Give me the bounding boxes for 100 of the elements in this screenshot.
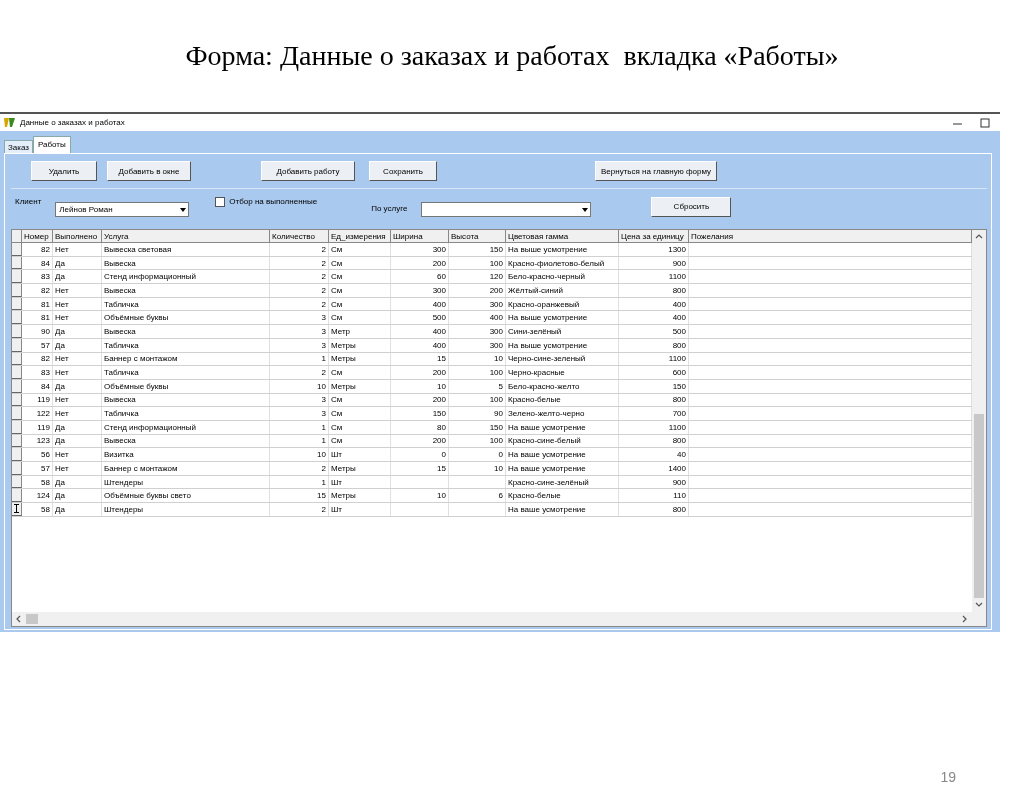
table-cell: 300 bbox=[391, 284, 449, 297]
table-cell: 300 bbox=[391, 243, 449, 256]
table-cell: 6 bbox=[449, 489, 506, 503]
table-cell: 10 bbox=[270, 379, 329, 393]
table-cell: См bbox=[329, 393, 391, 407]
table-cell: 83 bbox=[22, 270, 53, 284]
tab[interactable]: Заказ bbox=[4, 140, 33, 153]
table-cell: Метры bbox=[329, 338, 391, 352]
table-cell: Метры bbox=[329, 352, 391, 366]
table-cell: 800 bbox=[619, 284, 689, 297]
table-cell: Жёлтый-синий bbox=[506, 284, 619, 297]
maximize-icon[interactable] bbox=[980, 117, 990, 128]
table-cell: Да bbox=[53, 420, 102, 434]
vertical-scrollbar[interactable] bbox=[972, 230, 986, 612]
table-cell: 60 bbox=[391, 270, 449, 284]
table-cell: Табличка bbox=[102, 338, 270, 352]
scroll-thumb[interactable] bbox=[26, 614, 38, 624]
table-cell: Нет bbox=[53, 352, 102, 366]
table-cell: 200 bbox=[391, 393, 449, 407]
table-cell: Метры bbox=[329, 462, 391, 475]
table-cell: 900 bbox=[619, 475, 689, 489]
table-cell: 124 bbox=[22, 489, 53, 503]
table-cell: 100 bbox=[449, 256, 506, 270]
table-cell: На ваше усмотрение bbox=[506, 448, 619, 461]
table-cell: 83 bbox=[22, 366, 53, 379]
column-header[interactable]: Услуга bbox=[102, 230, 270, 243]
table-cell: Да bbox=[53, 489, 102, 503]
table-cell: Штендеры bbox=[102, 503, 270, 516]
table-cell: 1100 bbox=[619, 420, 689, 434]
table-cell: Красно-белые bbox=[506, 393, 619, 407]
table-cell: 82 bbox=[22, 243, 53, 256]
table-cell: См bbox=[329, 434, 391, 448]
column-header[interactable]: Номер bbox=[22, 230, 53, 243]
table-cell: 800 bbox=[619, 338, 689, 352]
service-dropdown[interactable] bbox=[421, 202, 592, 217]
table-cell: 900 bbox=[619, 256, 689, 270]
action-button[interactable]: Добавить в окне bbox=[107, 161, 191, 181]
table-cell: 10 bbox=[391, 489, 449, 503]
page-number: 19 bbox=[940, 769, 956, 785]
action-button[interactable]: Сохранить bbox=[369, 161, 437, 181]
column-header[interactable]: Количество bbox=[270, 230, 329, 243]
table-cell: 300 bbox=[449, 338, 506, 352]
table-cell: Вывеска bbox=[102, 393, 270, 407]
table-cell: 40 bbox=[619, 448, 689, 461]
column-header[interactable]: Высота bbox=[449, 230, 506, 243]
table-cell: Метры bbox=[329, 379, 391, 393]
table-cell: 700 bbox=[619, 407, 689, 420]
table-cell: См bbox=[329, 270, 391, 284]
table-cell: Нет bbox=[53, 407, 102, 420]
tab[interactable]: Работы bbox=[33, 136, 71, 153]
action-button[interactable]: Вернуться на главную форму bbox=[595, 161, 717, 181]
table-cell: 0 bbox=[391, 448, 449, 461]
table-cell: Черно-сине-зеленый bbox=[506, 352, 619, 366]
table-cell: 119 bbox=[22, 420, 53, 434]
scroll-thumb[interactable] bbox=[974, 414, 984, 598]
checkbox-label: Отбор на выполненные bbox=[229, 197, 318, 206]
table-cell: См bbox=[329, 243, 391, 256]
table-cell: 82 bbox=[22, 352, 53, 366]
table-cell: Нет bbox=[53, 393, 102, 407]
table-cell: 0 bbox=[449, 448, 506, 461]
table-cell: 3 bbox=[270, 338, 329, 352]
action-button[interactable]: Удалить bbox=[31, 161, 97, 181]
table-cell: Бело-красно-черный bbox=[506, 270, 619, 284]
table-cell: 10 bbox=[449, 352, 506, 366]
table-cell: Шт bbox=[329, 475, 391, 489]
table-cell: 81 bbox=[22, 297, 53, 311]
table-cell: 200 bbox=[449, 284, 506, 297]
action-button[interactable]: Добавить работу bbox=[261, 161, 355, 181]
table-cell: Да bbox=[53, 503, 102, 516]
column-header[interactable]: Цена за единицу bbox=[619, 230, 689, 243]
table-cell: Да bbox=[53, 325, 102, 338]
table-cell: 2 bbox=[270, 297, 329, 311]
table-cell: 2 bbox=[270, 284, 329, 297]
table-cell: См bbox=[329, 366, 391, 379]
table-cell: Объёмные буквы bbox=[102, 379, 270, 393]
checkbox[interactable] bbox=[215, 197, 226, 207]
table-cell: См bbox=[329, 284, 391, 297]
table-cell: Красно-сине-зелёный bbox=[506, 475, 619, 489]
column-header[interactable]: Ширина bbox=[391, 230, 449, 243]
table-cell: Да bbox=[53, 338, 102, 352]
window-title: Данные о заказах и работах bbox=[20, 118, 126, 127]
column-header[interactable]: Выполнено bbox=[53, 230, 102, 243]
table-cell: Зелено-желто-черно bbox=[506, 407, 619, 420]
table-cell: 400 bbox=[391, 325, 449, 338]
table-cell: 3 bbox=[270, 325, 329, 338]
table-cell: 3 bbox=[270, 311, 329, 325]
table-cell: 300 bbox=[449, 297, 506, 311]
client-dropdown[interactable]: Лейнов Роман bbox=[55, 202, 190, 217]
slide-title: Форма: Данные о заказах и работах вкладка «Работы» bbox=[185, 40, 839, 72]
column-header[interactable]: Цветовая гамма bbox=[506, 230, 619, 243]
reset-button[interactable]: Сбросить bbox=[651, 196, 732, 217]
table-cell: 3 bbox=[270, 393, 329, 407]
table-cell: 15 bbox=[391, 352, 449, 366]
column-header[interactable]: Пожелания bbox=[689, 230, 972, 243]
horizontal-scrollbar[interactable] bbox=[12, 612, 986, 626]
column-header[interactable]: Ед_измерения bbox=[329, 230, 391, 243]
table-cell: См bbox=[329, 420, 391, 434]
table-cell: 80 bbox=[391, 420, 449, 434]
row-selector[interactable] bbox=[12, 503, 22, 516]
table-cell: 56 bbox=[22, 448, 53, 461]
